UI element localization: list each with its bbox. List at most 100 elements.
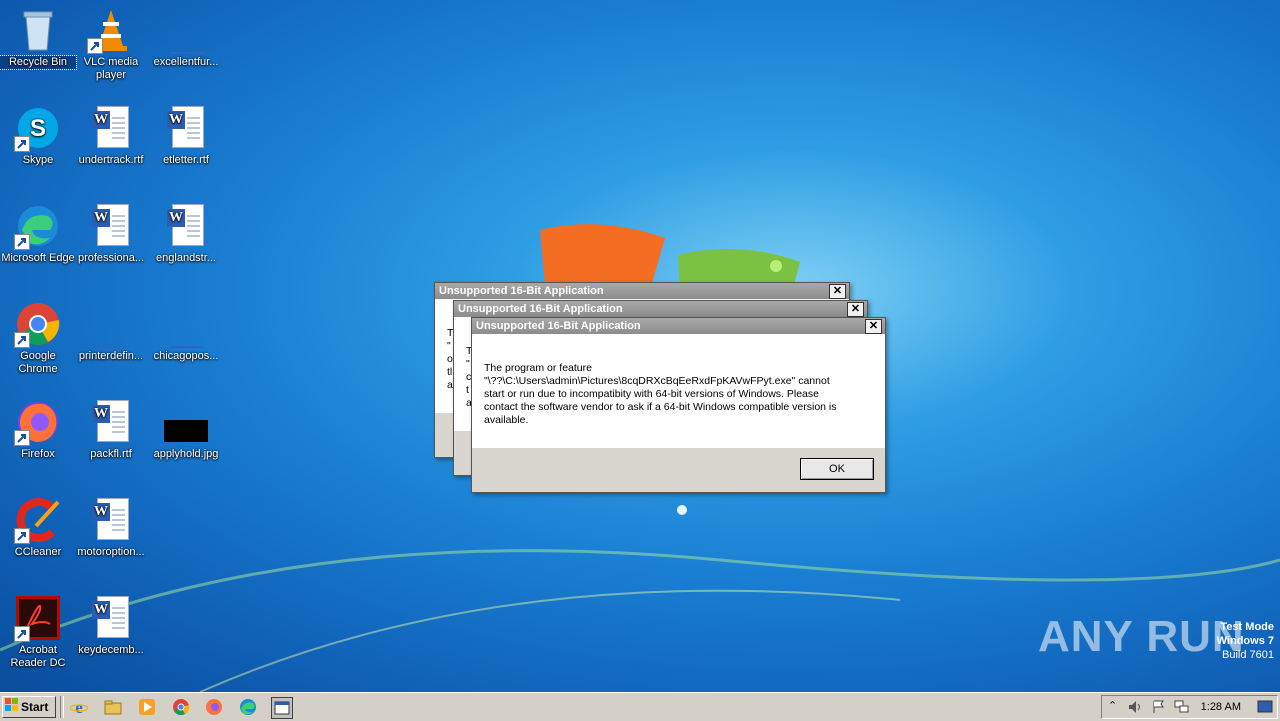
test-mode-watermark: Test Mode Windows 7 Build 7601: [1217, 620, 1274, 662]
firefox-icon[interactable]: [205, 698, 223, 716]
word-document-icon: W: [87, 594, 135, 642]
ok-button[interactable]: OK: [800, 458, 874, 480]
windows-version-line: Windows 7: [1216, 635, 1274, 647]
dialog-title: Unsupported 16-Bit Application: [435, 283, 849, 299]
shortcut-arrow-icon: [14, 234, 30, 250]
desktop-icon-google-chrome[interactable]: Google Chrome: [0, 300, 76, 376]
media-player-icon[interactable]: [138, 698, 156, 716]
vlc-icon: [87, 6, 135, 54]
svg-text:e: e: [75, 698, 83, 716]
start-button[interactable]: Start: [2, 696, 56, 718]
shortcut-arrow-icon: [14, 332, 30, 348]
desktop-icon-motoroption[interactable]: W motoroption...: [73, 496, 149, 559]
clock[interactable]: 1:28 AM: [1201, 696, 1241, 718]
message-line: contact the software vendor to ask if a …: [484, 401, 837, 413]
desktop-icon-etletter[interactable]: W etletter.rtf: [148, 104, 224, 167]
system-tray: ⌃ 1:28 AM: [1101, 695, 1278, 719]
desktop-icon-label: applyhold.jpg: [153, 448, 219, 460]
desktop-icon-professiona[interactable]: W professiona...: [73, 202, 149, 265]
taskbar: Start e ⌃ 1:28 AM: [0, 692, 1280, 721]
dialog-title: Unsupported 16-Bit Application: [454, 301, 867, 317]
dialog-footer: OK: [472, 448, 885, 492]
test-mode-line: Test Mode: [1220, 621, 1274, 633]
close-button[interactable]: ✕: [847, 302, 864, 317]
build-number-line: Build 7601: [1222, 649, 1274, 661]
close-button[interactable]: ✕: [829, 284, 846, 299]
flag-icon[interactable]: [1152, 700, 1166, 717]
message-line: The program or feature: [484, 362, 592, 374]
desktop-icon-label: Acrobat Reader DC: [10, 644, 66, 669]
blank-file-icon: [162, 6, 210, 54]
dialog-message: The program or feature "\??\C:\Users\adm…: [484, 362, 879, 427]
desktop-icon-label: englandstr...: [156, 252, 216, 264]
desktop-icon-label: Google Chrome: [18, 350, 58, 375]
desktop-icon-label: Firefox: [21, 448, 55, 460]
skype-icon: S: [14, 104, 62, 152]
word-document-icon: W: [87, 496, 135, 544]
word-document-icon: W: [87, 202, 135, 250]
recycle-bin-icon: [14, 6, 62, 54]
svg-text:S: S: [30, 115, 46, 142]
word-document-icon: W: [162, 202, 210, 250]
desktop-icon-applyhold[interactable]: applyhold.jpg: [148, 398, 224, 461]
desktop-icon-undertrack[interactable]: W undertrack.rtf: [73, 104, 149, 167]
chrome-icon: [14, 300, 62, 348]
close-button[interactable]: ✕: [865, 319, 882, 334]
desktop-icon-label: CCleaner: [14, 546, 62, 558]
file-explorer-icon[interactable]: [104, 698, 122, 716]
windows-flag-icon: [5, 697, 19, 718]
network-icon[interactable]: [1174, 700, 1190, 717]
desktop-icon-label: Skype: [22, 154, 54, 166]
word-document-icon: W: [87, 398, 135, 446]
dialog-title: Unsupported 16-Bit Application: [472, 318, 885, 334]
show-desktop-icon[interactable]: [1257, 700, 1273, 717]
ccleaner-icon: [14, 496, 62, 544]
message-line: "\??\C:\Users\admin\Pictures\8cqDRXcBqEe…: [484, 375, 830, 387]
start-label: Start: [21, 700, 49, 714]
desktop-icon-acrobat-reader[interactable]: Acrobat Reader DC: [0, 594, 76, 670]
desktop-icon-excellentfur[interactable]: excellentfur...: [148, 6, 224, 69]
internet-explorer-icon[interactable]: e: [69, 698, 89, 717]
taskbar-divider: [60, 696, 64, 718]
shortcut-arrow-icon: [14, 626, 30, 642]
desktop-icon-label: excellentfur...: [153, 56, 219, 68]
desktop-icon-englandstr[interactable]: W englandstr...: [148, 202, 224, 265]
chevron-up-icon[interactable]: ⌃: [1108, 699, 1117, 712]
desktop-icon-label: keydecemb...: [78, 644, 144, 656]
blank-file-icon: [162, 300, 210, 348]
desktop-icon-printerdefin[interactable]: printerdefin...: [73, 300, 149, 363]
desktop-icon-label: printerdefin...: [78, 350, 144, 362]
chrome-icon[interactable]: [172, 698, 190, 716]
word-document-icon: W: [162, 104, 210, 152]
desktop-icon-firefox[interactable]: Firefox: [0, 398, 76, 461]
desktop-icon-chicagopos[interactable]: chicagopos...: [148, 300, 224, 363]
desktop-icon-label: Microsoft Edge: [1, 252, 75, 264]
desktop-icon-label: etletter.rtf: [163, 154, 209, 166]
desktop-icon-ccleaner[interactable]: CCleaner: [0, 496, 76, 559]
firefox-icon: [14, 398, 62, 446]
desktop-icon-label: undertrack.rtf: [78, 154, 144, 166]
shortcut-arrow-icon: [14, 528, 30, 544]
edge-icon[interactable]: [239, 698, 257, 716]
desktop-icon-label: professiona...: [77, 252, 145, 264]
unsupported-16bit-dialog[interactable]: Unsupported 16-Bit Application ✕ The pro…: [471, 317, 886, 493]
word-document-icon: W: [87, 104, 135, 152]
desktop-icon-label: VLC media player: [83, 56, 139, 81]
desktop-icon-packfl[interactable]: W packfl.rtf: [73, 398, 149, 461]
desktop-icon-label: Recycle Bin: [0, 55, 77, 70]
desktop[interactable]: Recycle Bin S Skype Microsoft Edge Googl…: [0, 0, 1280, 692]
message-line: start or run due to incompatibity with 6…: [484, 388, 819, 400]
shortcut-arrow-icon: [87, 38, 103, 54]
acrobat-icon: [14, 594, 62, 642]
desktop-icon-vlc[interactable]: VLC media player: [73, 6, 149, 82]
desktop-icon-label: chicagopos...: [153, 350, 219, 362]
desktop-icon-skype[interactable]: S Skype: [0, 104, 76, 167]
desktop-icon-label: motoroption...: [77, 546, 145, 558]
desktop-icon-microsoft-edge[interactable]: Microsoft Edge: [0, 202, 76, 265]
speaker-icon[interactable]: [1128, 700, 1144, 717]
app-window-icon[interactable]: [271, 697, 293, 719]
anyrun-watermark: ANY RUN: [1038, 612, 1245, 661]
desktop-icon-recycle-bin[interactable]: Recycle Bin: [0, 6, 77, 70]
message-line: available.: [484, 414, 529, 426]
desktop-icon-keydecemb[interactable]: W keydecemb...: [73, 594, 149, 657]
